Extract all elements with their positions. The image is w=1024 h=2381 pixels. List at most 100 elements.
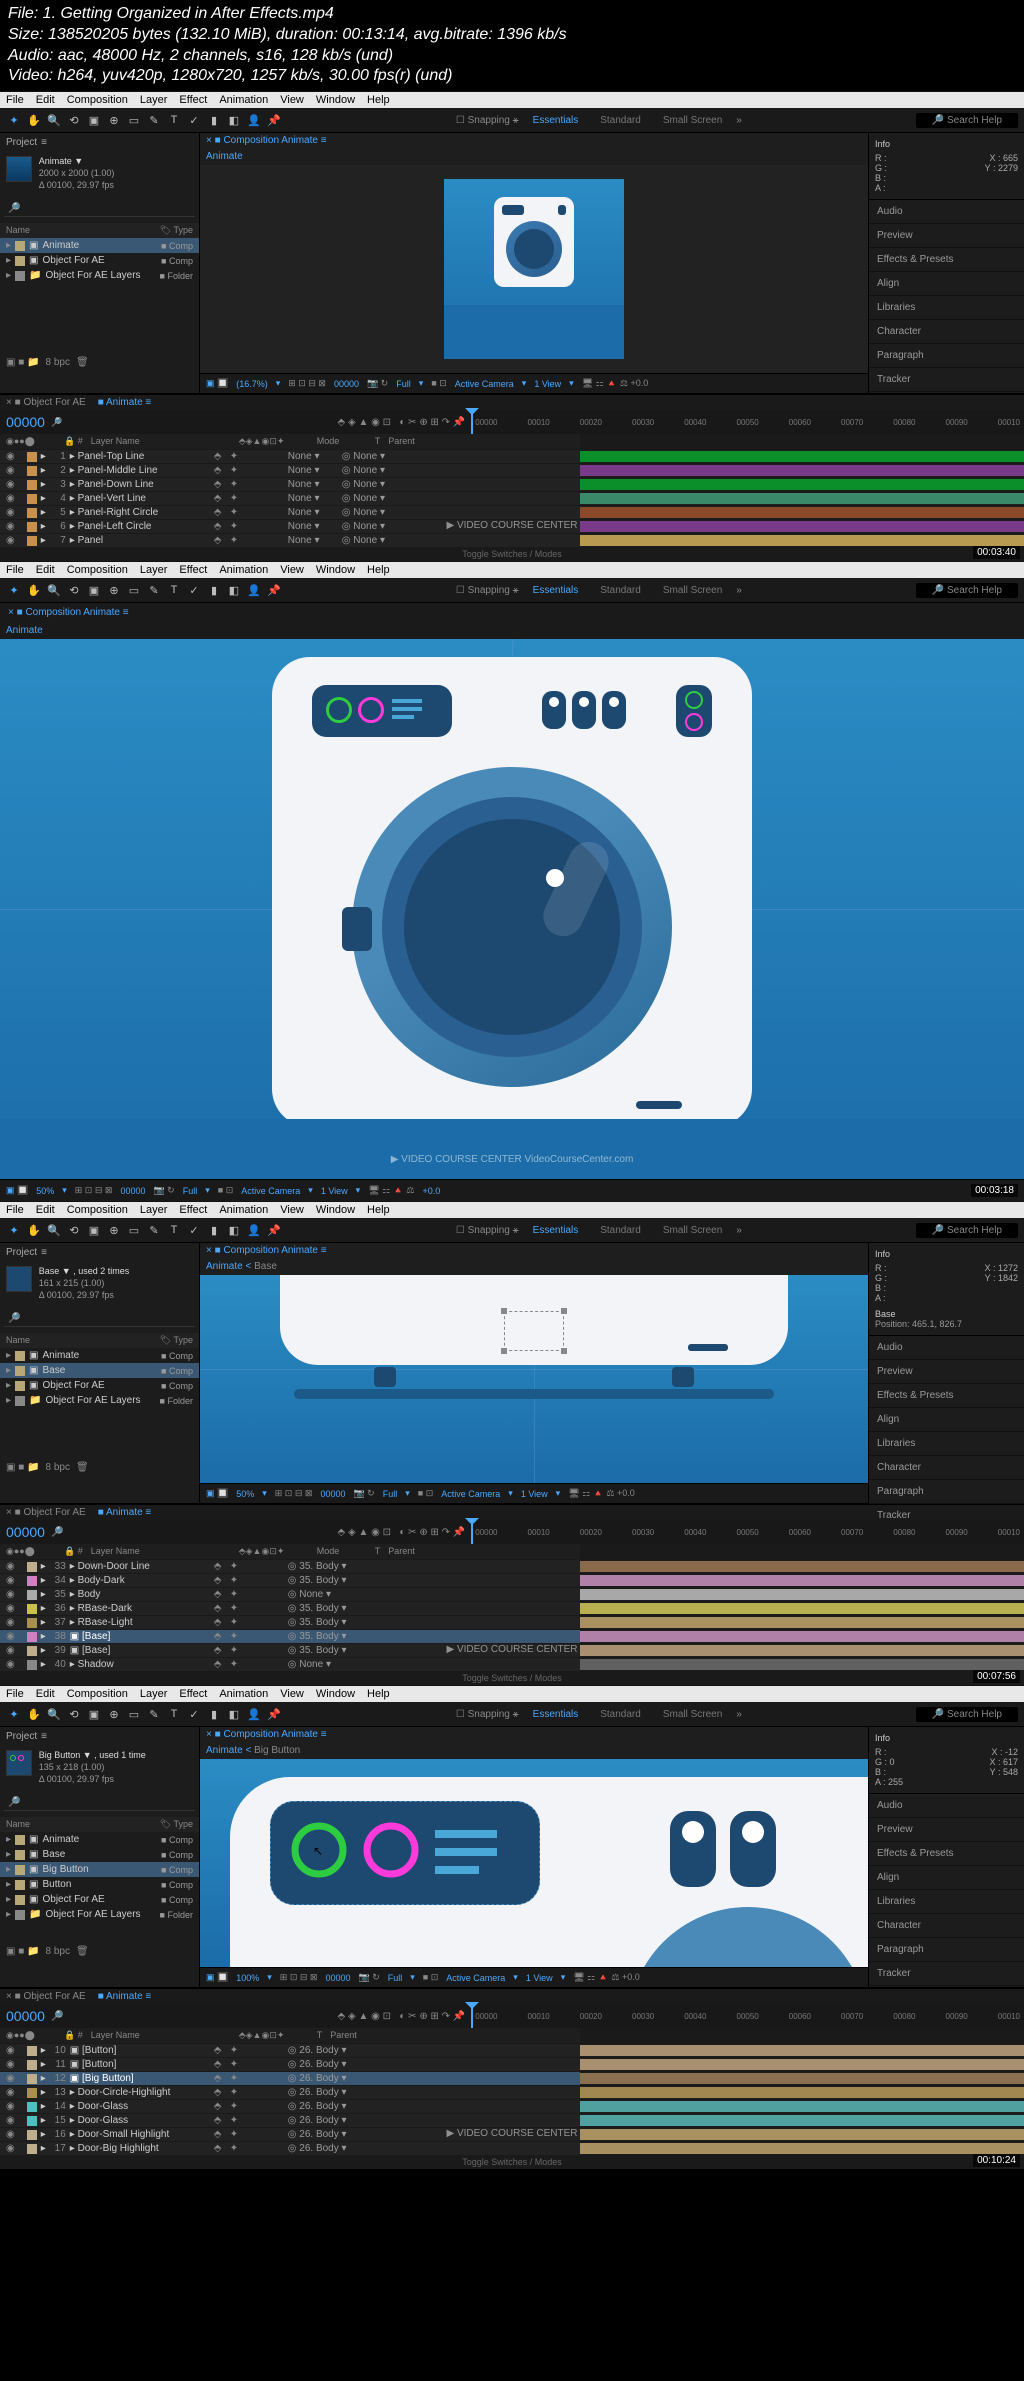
panel-audio[interactable]: Audio [869, 200, 1024, 224]
panel-preview[interactable]: Preview [869, 1818, 1024, 1842]
panel-libraries[interactable]: Libraries [869, 1890, 1024, 1914]
eraser-tool-icon[interactable]: ◧ [226, 112, 242, 128]
project-item[interactable]: ▸▣Animate■ Comp [0, 1348, 199, 1363]
workspace-small-screen[interactable]: Small Screen [655, 113, 730, 128]
panel-tracker[interactable]: Tracker [869, 1962, 1024, 1986]
pen-tool-icon[interactable]: ✎ [146, 112, 162, 128]
timeline-layer[interactable]: ◉▸13▸ Door-Circle-Highlight⬘ ✦◎ 26. Body… [0, 2085, 1024, 2099]
menu-file[interactable]: File [6, 1204, 24, 1216]
zoom-tool-icon[interactable]: 🔍 [46, 112, 62, 128]
project-item[interactable]: ▸▣Base■ Comp [0, 1363, 199, 1378]
project-item[interactable]: ▸📁Object For AE Layers■ Folder [0, 268, 199, 283]
menu-effect[interactable]: Effect [179, 564, 207, 576]
panel-character[interactable]: Character [869, 1456, 1024, 1480]
panel-preview[interactable]: Preview [869, 1360, 1024, 1384]
timecode[interactable]: 00000 [6, 414, 45, 430]
timeline-layer[interactable]: ◉▸1▸ Panel-Top Line⬘ ✦None ▾◎ None ▾ [0, 449, 1024, 463]
timeline-layer[interactable]: ◉▸3▸ Panel-Down Line⬘ ✦None ▾◎ None ▾ [0, 477, 1024, 491]
menu-help[interactable]: Help [367, 94, 390, 106]
timeline-layer[interactable]: ◉▸4▸ Panel-Vert Line⬘ ✦None ▾◎ None ▾ [0, 491, 1024, 505]
timeline-layer[interactable]: ◉▸15▸ Door-Glass⬘ ✦◎ 26. Body ▾ [0, 2113, 1024, 2127]
menu-file[interactable]: File [6, 94, 24, 106]
menu-view[interactable]: View [280, 1688, 304, 1700]
panel-tracker[interactable]: Tracker [869, 368, 1024, 392]
menu-layer[interactable]: Layer [140, 1688, 168, 1700]
menu-file[interactable]: File [6, 1688, 24, 1700]
project-item[interactable]: ▸▣Object For AE■ Comp [0, 253, 199, 268]
menu-file[interactable]: File [6, 564, 24, 576]
timeline-layer[interactable]: ◉▸11▣ [Button]⬘ ✦◎ 26. Body ▾ [0, 2057, 1024, 2071]
panel-align[interactable]: Align [869, 1408, 1024, 1432]
panel-libraries[interactable]: Libraries [869, 1432, 1024, 1456]
viewer-footer[interactable]: ▣ 🔲(16.7%)▾ ⊞ ⊡ ⊟ ⊠ 00000 📷 ↻Full▾ ■ ⊡Ac… [200, 373, 868, 393]
menu-effect[interactable]: Effect [179, 94, 207, 106]
project-item[interactable]: ▸▣Object For AE■ Comp [0, 1378, 199, 1393]
project-search[interactable]: 🔎 [4, 201, 195, 217]
selection-tool-icon[interactable]: ✦ [6, 112, 22, 128]
workspace-essentials[interactable]: Essentials [525, 113, 587, 128]
timeline-layer[interactable]: ◉▸10▣ [Button]⬘ ✦◎ 26. Body ▾ [0, 2043, 1024, 2057]
panel-preview[interactable]: Preview [869, 224, 1024, 248]
project-item[interactable]: ▸▣Animate■ Comp [0, 1832, 199, 1847]
menu-window[interactable]: Window [316, 1688, 355, 1700]
shape-tool-icon[interactable]: ▭ [126, 112, 142, 128]
timeline-layer[interactable]: ◉▸35▸ Body⬘ ✦◎ None ▾ [0, 1587, 1024, 1601]
menu-help[interactable]: Help [367, 564, 390, 576]
menu-view[interactable]: View [280, 564, 304, 576]
menu-view[interactable]: View [280, 94, 304, 106]
composition-viewer[interactable] [200, 165, 868, 373]
brush-tool-icon[interactable]: ✓ [186, 112, 202, 128]
menu-animation[interactable]: Animation [219, 1204, 268, 1216]
menu-composition[interactable]: Composition [67, 94, 128, 106]
menu-composition[interactable]: Composition [67, 1204, 128, 1216]
menu-window[interactable]: Window [316, 94, 355, 106]
panel-character[interactable]: Character [869, 1914, 1024, 1938]
project-item[interactable]: ▸📁Object For AE Layers■ Folder [0, 1393, 199, 1408]
timeline-layer[interactable]: ◉▸36▸ RBase-Dark⬘ ✦◎ 35. Body ▾ [0, 1601, 1024, 1615]
timeline-layer[interactable]: ◉▸12▣ [Big Button]⬘ ✦◎ 26. Body ▾ [0, 2071, 1024, 2085]
timeline-layer[interactable]: ◉▸34▸ Body-Dark⬘ ✦◎ 35. Body ▾ [0, 1573, 1024, 1587]
panel-libraries[interactable]: Libraries [869, 296, 1024, 320]
panel-align[interactable]: Align [869, 272, 1024, 296]
search-help-input[interactable]: 🔎 Search Help [916, 113, 1018, 128]
menu-help[interactable]: Help [367, 1688, 390, 1700]
toolbar[interactable]: ✦ ✋ 🔍 ⟲ ▣ ⊕ ▭ ✎ T ✓ ▮ ◧ 👤 📌 ☐ Snapping ⚹… [0, 108, 1024, 133]
panel-audio[interactable]: Audio [869, 1794, 1024, 1818]
panel-paragraph[interactable]: Paragraph [869, 1938, 1024, 1962]
panel-effects-presets[interactable]: Effects & Presets [869, 1842, 1024, 1866]
menu-bar[interactable]: FileEditCompositionLayerEffectAnimationV… [0, 92, 1024, 108]
timeline-layer[interactable]: ◉▸40▸ Shadow⬘ ✦◎ None ▾ [0, 1657, 1024, 1671]
composition-viewer-full[interactable]: 20040060080010001200140016001800 [0, 639, 1024, 1179]
project-item[interactable]: ▸▣Button■ Comp [0, 1877, 199, 1892]
panel-paragraph[interactable]: Paragraph [869, 344, 1024, 368]
panel-effects-presets[interactable]: Effects & Presets [869, 248, 1024, 272]
menu-animation[interactable]: Animation [219, 94, 268, 106]
menu-window[interactable]: Window [316, 564, 355, 576]
menu-edit[interactable]: Edit [36, 94, 55, 106]
panel-align[interactable]: Align [869, 1866, 1024, 1890]
project-item[interactable]: ▸▣Base■ Comp [0, 1847, 199, 1862]
menu-edit[interactable]: Edit [36, 1204, 55, 1216]
menu-composition[interactable]: Composition [67, 564, 128, 576]
timeline-layer[interactable]: ◉▸5▸ Panel-Right Circle⬘ ✦None ▾◎ None ▾ [0, 505, 1024, 519]
hand-tool-icon[interactable]: ✋ [26, 112, 42, 128]
clone-tool-icon[interactable]: ▮ [206, 112, 222, 128]
project-footer[interactable]: ▣ ■ 📁 8 bpc 🗑 [0, 353, 199, 372]
rotate-tool-icon[interactable]: ⟲ [66, 112, 82, 128]
camera-tool-icon[interactable]: ▣ [86, 112, 102, 128]
timeline-layer[interactable]: ◉▸7▸ Panel⬘ ✦None ▾◎ None ▾ [0, 533, 1024, 547]
workspace-standard[interactable]: Standard [592, 113, 649, 128]
timeline-layer[interactable]: ◉▸2▸ Panel-Middle Line⬘ ✦None ▾◎ None ▾ [0, 463, 1024, 477]
project-item[interactable]: ▸▣Object For AE■ Comp [0, 1892, 199, 1907]
panel-audio[interactable]: Audio [869, 1336, 1024, 1360]
menu-help[interactable]: Help [367, 1204, 390, 1216]
menu-layer[interactable]: Layer [140, 564, 168, 576]
snapping-checkbox[interactable]: ☐ Snapping ⚹ [456, 115, 519, 126]
panel-effects-presets[interactable]: Effects & Presets [869, 1384, 1024, 1408]
roto-tool-icon[interactable]: 👤 [246, 112, 262, 128]
panel-character[interactable]: Character [869, 320, 1024, 344]
timeline-layer[interactable]: ◉▸37▸ RBase-Light⬘ ✦◎ 35. Body ▾ [0, 1615, 1024, 1629]
timeline-layer[interactable]: ◉▸38▣ [Base]⬘ ✦◎ 35. Body ▾ [0, 1629, 1024, 1643]
type-tool-icon[interactable]: T [166, 112, 182, 128]
menu-animation[interactable]: Animation [219, 1688, 268, 1700]
